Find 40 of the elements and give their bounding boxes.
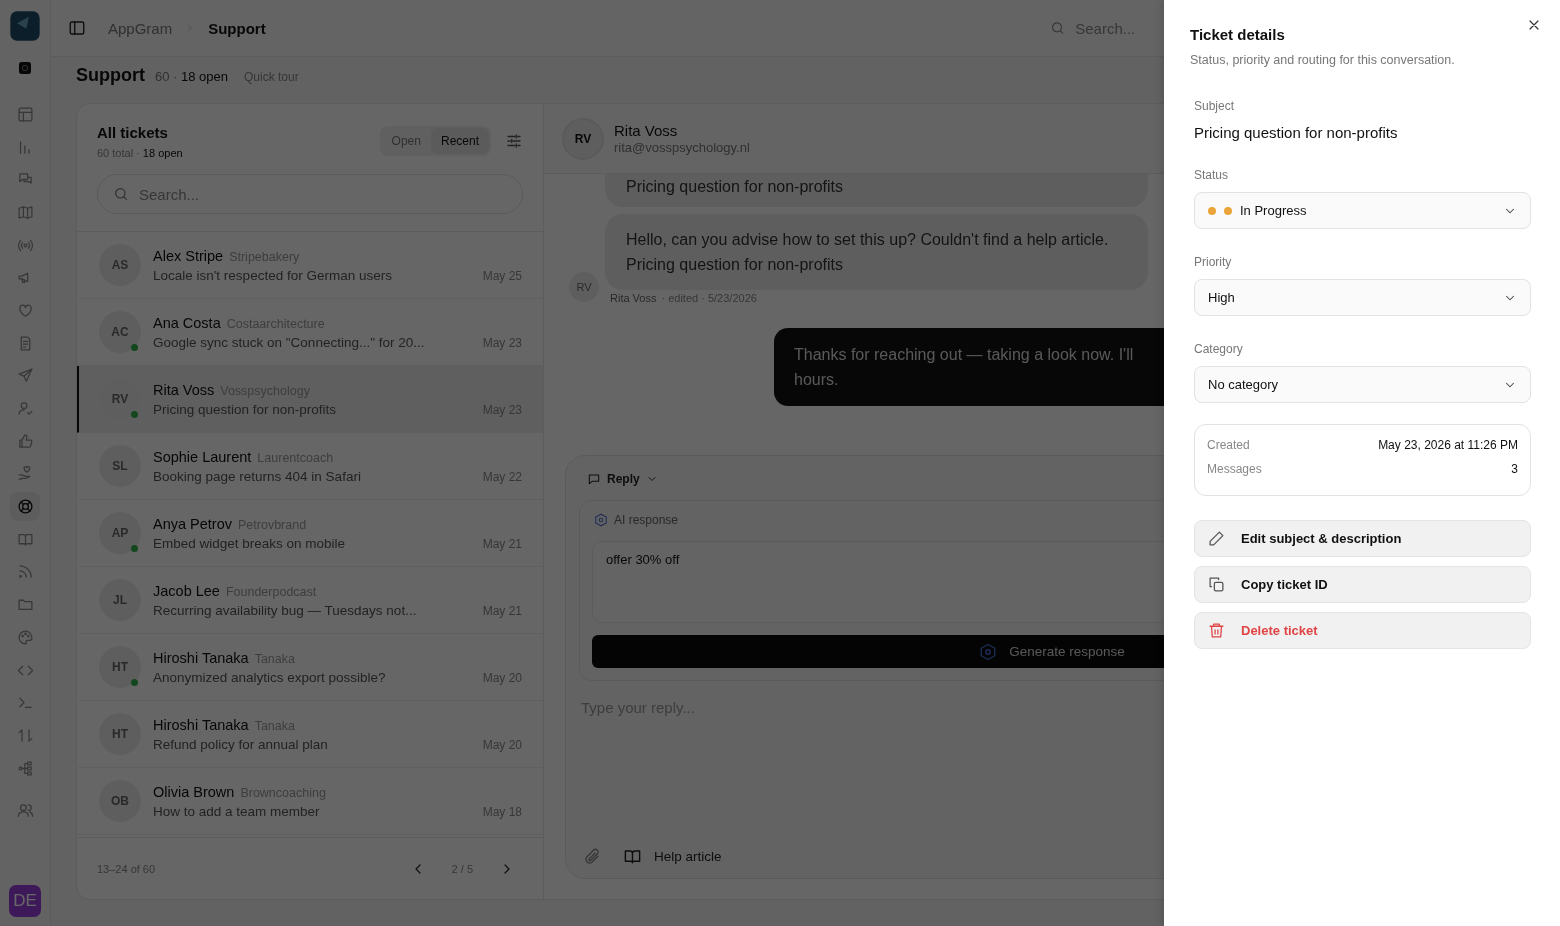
panel-subtitle: Status, priority and routing for this conversation. [1190,53,1456,67]
info-label: Messages [1207,462,1262,476]
message-text: Pricing question for non-profits [626,177,844,197]
customer-name: Ana Costa [153,314,221,331]
customer-name: Rita Voss [153,381,215,398]
ticket-subject: Embed widget breaks on mobile [153,535,346,551]
ticket-subject: Anonymized analytics export possible? [153,669,386,685]
customer-name: Hiroshi Tanaka [153,649,249,666]
ticket-subject: Pricing question for non-profits [153,401,337,417]
ticket-subject: Refund policy for annual plan [153,736,328,752]
customer-name: Sophie Laurent [153,448,252,465]
customer-name: Alex Stripe [153,247,224,264]
info-value: May 23, 2026 at 11:26 PM [1378,438,1518,452]
ticket-subject: How to add a team member [153,803,320,819]
info-value: 3 [1511,462,1518,476]
message-text: Pricing question for non-profits [626,255,844,275]
avatar: RV [562,117,604,160]
ticket-subject: Recurring availability bug — Tuesdays not... [153,602,417,618]
message-text: hours. [794,371,839,388]
panel-title: Ticket details [1190,26,1286,43]
info-label: Created [1207,438,1250,452]
message-text: Thanks for reaching out — taking a look now. I'll [794,346,1134,363]
customer-name: Olivia Brown [153,783,235,800]
customer-name: Jacob Lee [153,582,220,599]
field-label: Priority [1194,255,1233,269]
list-title: All tickets [97,123,169,141]
field-label: Category [1194,342,1244,356]
ticket-subject: Pricing question for non-profits [1194,124,1399,141]
message-author: Rita Voss [610,292,657,304]
field-label: Status [1194,168,1230,182]
field-label: Subject [1194,99,1236,113]
contact-name: Rita Voss [614,122,679,139]
ai-response-label: AI response [614,513,679,527]
customer-name: Hiroshi Tanaka [153,716,249,733]
ticket-subject: Booking page returns 404 in Safari [153,468,361,484]
page-title: Support [76,65,145,86]
ticket-subject: Google sync stuck on "Connecting..." for 20... [153,334,425,350]
ticket-subject: Locale isn't respected for German users [153,267,392,283]
message-text: Hello, can you advise how to set this up? Couldn't find a help article. [626,230,1110,250]
customer-name: Anya Petrov [153,515,232,532]
